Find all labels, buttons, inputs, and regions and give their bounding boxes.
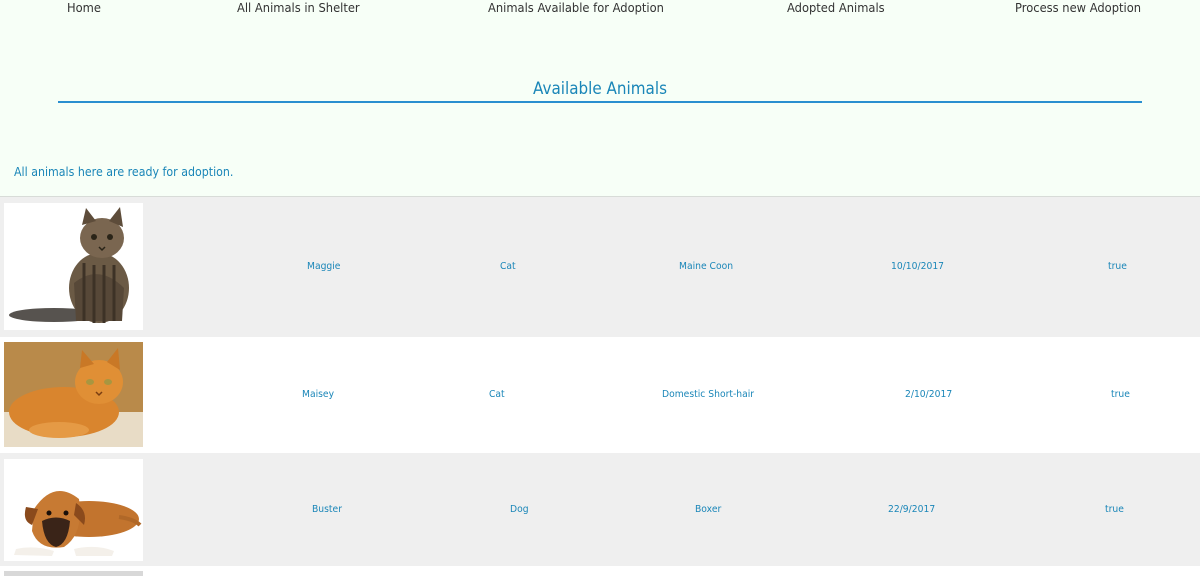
animal-date: 2/10/2017 [905,389,953,400]
table-row[interactable]: Maggie Cat Maine Coon 10/10/2017 true [0,197,1200,337]
animal-photo [4,203,143,330]
animal-breed: Domestic Short-hair [662,389,755,400]
animal-photo [4,459,143,561]
animal-species: Cat [500,261,516,272]
nav-home-link[interactable]: Home [67,0,101,15]
boxer-dog-image [4,459,143,561]
top-nav: Home All Animals in Shelter Animals Avai… [0,0,1200,18]
animal-available: true [1108,261,1127,272]
animal-name: Buster [312,504,342,515]
animal-available: true [1105,504,1124,515]
tabby-kitten-image [4,203,143,330]
animal-photo [4,571,143,576]
animal-species: Dog [510,504,529,515]
nav-adopted-link[interactable]: Adopted Animals [787,0,885,15]
animal-available: true [1111,389,1130,400]
animal-species: Cat [489,389,505,400]
nav-process-adoption-link[interactable]: Process new Adoption [1015,0,1141,15]
animal-date: 10/10/2017 [891,261,945,272]
animal-name: Maggie [307,261,341,272]
table-row-partial [0,566,1200,576]
nav-all-animals-link[interactable]: All Animals in Shelter [237,0,360,15]
nav-available-link[interactable]: Animals Available for Adoption [488,0,664,15]
animal-name: Maisey [302,389,335,400]
intro-text: All animals here are ready for adoption. [14,165,234,179]
table-row[interactable]: Maisey Cat Domestic Short-hair 2/10/2017… [0,337,1200,453]
animal-photo [4,342,143,447]
title-divider [58,101,1142,103]
animal-date: 22/9/2017 [888,504,936,515]
animal-breed: Maine Coon [679,261,734,272]
animal-breed: Boxer [695,504,722,515]
page-title: Available Animals [533,79,667,98]
table-row[interactable]: Buster Dog Boxer 22/9/2017 true [0,453,1200,566]
orange-cat-image [4,342,143,447]
